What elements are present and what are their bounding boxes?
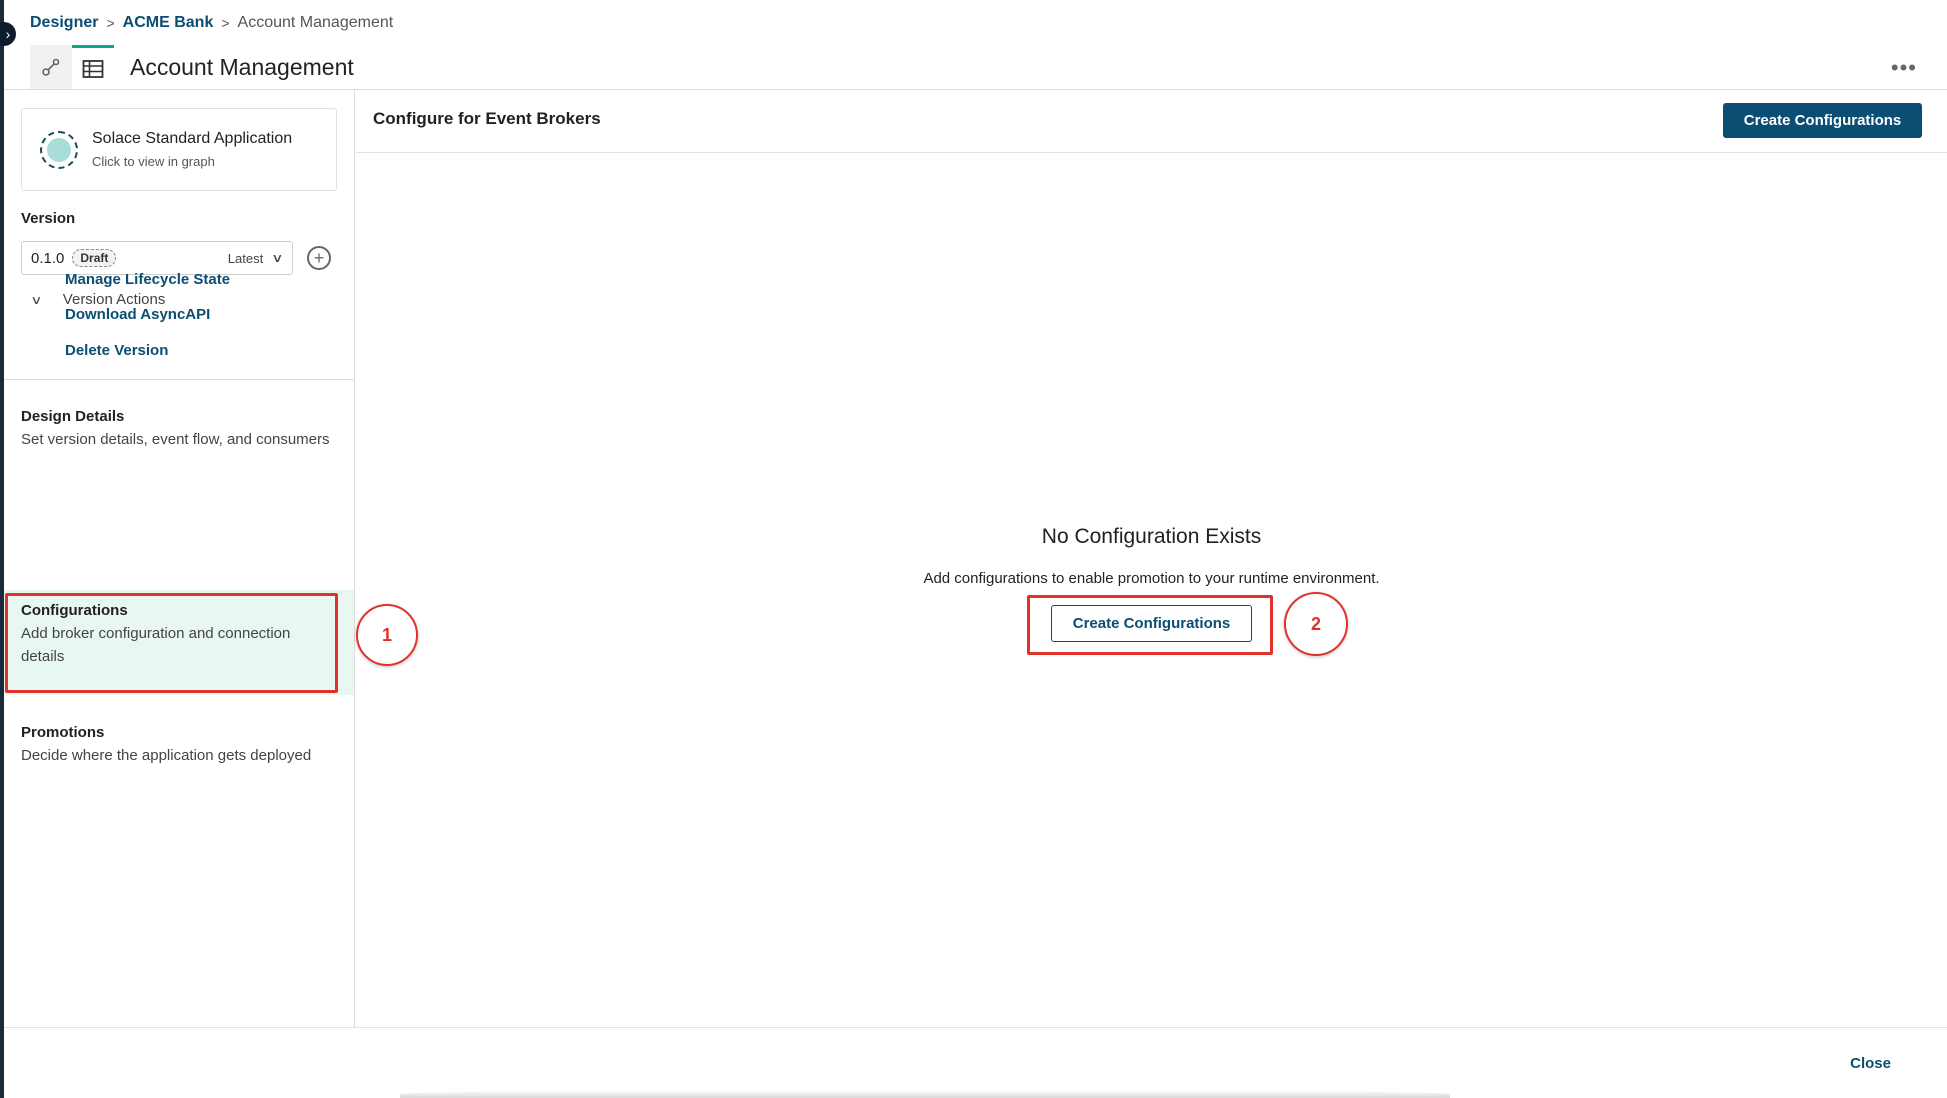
create-configurations-button[interactable]: Create Configurations: [1723, 103, 1922, 138]
draft-badge: Draft: [72, 249, 117, 267]
table-view-icon: [82, 59, 104, 78]
chevron-right-icon: >: [106, 15, 115, 31]
breadcrumb: Designer > ACME Bank > Account Managemen…: [30, 14, 393, 32]
left-panel: Solace Standard Application Click to vie…: [4, 90, 355, 1027]
footer-divider: [4, 1027, 1947, 1028]
delete-version-link[interactable]: Delete Version: [65, 342, 168, 359]
table-view-button[interactable]: [72, 45, 114, 89]
graph-view-icon: [42, 58, 60, 76]
nav-description: Decide where the application gets deploy…: [21, 747, 312, 764]
empty-state-description: Add configurations to enable promotion t…: [923, 570, 1380, 587]
page-title: Account Management: [130, 53, 354, 80]
version-select[interactable]: 0.1.0 Draft Latest ∨: [21, 241, 293, 275]
breadcrumb-designer[interactable]: Designer: [30, 14, 98, 32]
annotation-marker-2: 2: [1284, 592, 1348, 656]
annotation-box-2: [1027, 595, 1273, 655]
page-header: Account Management: [30, 45, 354, 89]
chevron-down-icon: ∨: [271, 251, 284, 265]
version-label: Version: [21, 210, 76, 227]
close-button[interactable]: Close: [1850, 1055, 1891, 1072]
annotation-marker-1: 1: [356, 604, 418, 666]
breadcrumb-current: Account Management: [237, 14, 394, 31]
main-divider: [356, 152, 1947, 153]
nav-title: Design Details: [21, 408, 125, 425]
graph-view-button[interactable]: [30, 45, 72, 89]
manage-lifecycle-state-link[interactable]: Manage Lifecycle State: [65, 271, 230, 288]
footer-shadow: [400, 1090, 1450, 1098]
nav-design-details[interactable]: Design Details Set version details, even…: [4, 396, 354, 463]
nav-promotions[interactable]: Promotions Decide where the application …: [4, 712, 354, 779]
main-title: Configure for Event Brokers: [373, 109, 601, 128]
panel-divider: [4, 379, 355, 380]
application-card[interactable]: Solace Standard Application Click to vie…: [21, 108, 337, 191]
latest-label: Latest: [227, 250, 264, 266]
application-subtitle: Click to view in graph: [92, 154, 215, 169]
application-icon: [40, 130, 78, 169]
empty-state-title: No Configuration Exists: [1041, 525, 1262, 548]
annotation-box-1: [5, 593, 338, 693]
breadcrumb-acme-bank[interactable]: ACME Bank: [123, 14, 214, 32]
version-number: 0.1.0: [31, 249, 65, 267]
nav-description: Set version details, event flow, and con…: [21, 431, 330, 448]
download-asyncapi-link[interactable]: Download AsyncAPI: [65, 306, 210, 323]
nav-title: Promotions: [21, 724, 105, 741]
application-name: Solace Standard Application: [92, 130, 293, 147]
add-version-icon[interactable]: +: [307, 246, 331, 270]
more-options-icon[interactable]: •••: [1891, 55, 1917, 81]
expand-nav-icon[interactable]: ›: [0, 22, 16, 46]
chevron-right-icon: >: [221, 15, 230, 31]
chevron-down-icon: ∨: [30, 292, 43, 307]
